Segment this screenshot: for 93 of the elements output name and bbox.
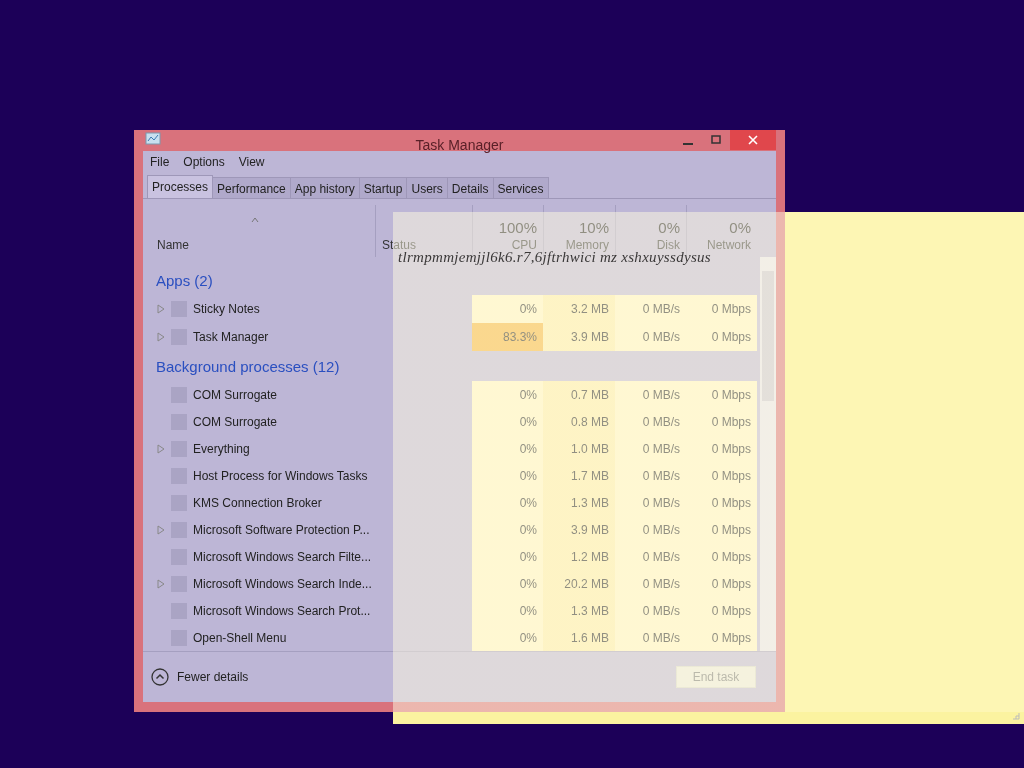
network-cell: 0 Mbps	[686, 597, 757, 624]
expand-arrow-icon[interactable]	[157, 524, 165, 535]
cpu-cell: 0%	[472, 408, 543, 435]
tab[interactable]: App history	[289, 177, 360, 198]
process-name[interactable]: Microsoft Windows Search Filte...	[193, 549, 372, 564]
process-name[interactable]: Microsoft Windows Search Inde...	[193, 576, 372, 591]
disk-cell: 0 MB/s	[615, 516, 686, 543]
tab[interactable]: Startup	[358, 177, 408, 198]
network-cell: 0 Mbps	[686, 323, 757, 351]
memory-cell: 1.3 MB	[543, 489, 615, 516]
network-cell: 0 Mbps	[686, 408, 757, 435]
disk-cell: 0 MB/s	[615, 489, 686, 516]
memory-cell: 0.7 MB	[543, 381, 615, 408]
disk-cell: 0 MB/s	[615, 408, 686, 435]
network-cell: 0 Mbps	[686, 295, 757, 323]
cpu-cell: 0%	[472, 516, 543, 543]
network-cell: 0 Mbps	[686, 489, 757, 516]
column-total: 0%	[658, 219, 680, 236]
process-name[interactable]: KMS Connection Broker	[193, 495, 322, 510]
disk-cell: 0 MB/s	[615, 543, 686, 570]
memory-cell: 1.2 MB	[543, 543, 615, 570]
collapse-icon	[151, 668, 169, 686]
app-icon	[145, 131, 161, 146]
memory-cell: 3.9 MB	[543, 323, 615, 351]
minimize-icon	[683, 143, 693, 145]
tab[interactable]: Details	[446, 177, 494, 198]
process-name[interactable]: Host Process for Windows Tasks	[193, 468, 368, 483]
process-name[interactable]: Microsoft Software Protection P...	[193, 522, 370, 537]
disk-cell: 0 MB/s	[615, 435, 686, 462]
network-cell: 0 Mbps	[686, 570, 757, 597]
column-total: 0%	[729, 219, 751, 236]
disk-cell: 0 MB/s	[615, 381, 686, 408]
disk-cell: 0 MB/s	[615, 624, 686, 651]
column-total: 100%	[498, 219, 537, 236]
maximize-icon	[711, 135, 721, 145]
close-icon	[748, 135, 758, 145]
expand-arrow-icon[interactable]	[157, 578, 165, 589]
cpu-cell: 0%	[472, 295, 543, 323]
disk-cell: 0 MB/s	[615, 323, 686, 351]
expand-arrow-icon[interactable]	[157, 443, 165, 454]
process-name[interactable]: COM Surrogate	[193, 414, 278, 429]
memory-cell: 20.2 MB	[543, 570, 615, 597]
memory-cell: 1.0 MB	[543, 435, 615, 462]
cpu-cell: 0%	[472, 597, 543, 624]
cpu-cell: 0%	[472, 624, 543, 651]
close-button[interactable]	[730, 130, 776, 150]
group-title: Background processes (12)	[155, 356, 341, 377]
memory-cell: 1.3 MB	[543, 597, 615, 624]
expand-arrow-icon[interactable]	[157, 332, 165, 342]
network-cell: 0 Mbps	[686, 624, 757, 651]
memory-cell: 0.8 MB	[543, 408, 615, 435]
memory-cell: 1.7 MB	[543, 462, 615, 489]
cpu-cell: 83.3%	[472, 323, 543, 351]
network-cell: 0 Mbps	[686, 516, 757, 543]
process-name[interactable]: Everything	[193, 441, 250, 456]
cpu-cell: 0%	[472, 381, 543, 408]
network-cell: 0 Mbps	[686, 462, 757, 489]
memory-cell: 1.6 MB	[543, 624, 615, 651]
disk-cell: 0 MB/s	[615, 570, 686, 597]
sort-caret-icon	[251, 217, 259, 223]
memory-cell: 3.2 MB	[543, 295, 615, 323]
process-name[interactable]: Task Manager	[193, 330, 269, 344]
resize-grip-icon[interactable]	[1012, 712, 1020, 720]
tab[interactable]: Users	[406, 177, 448, 198]
fewer-details-link[interactable]: Fewer details	[151, 668, 249, 686]
disk-cell: 0 MB/s	[615, 462, 686, 489]
process-name[interactable]: Sticky Notes	[193, 302, 260, 316]
column-header[interactable]: Name	[157, 238, 189, 252]
expand-arrow-icon[interactable]	[157, 304, 165, 314]
cpu-cell: 0%	[472, 543, 543, 570]
network-cell: 0 Mbps	[686, 543, 757, 570]
tab[interactable]: Services	[492, 177, 549, 198]
tab[interactable]: Performance	[212, 177, 291, 198]
disk-cell: 0 MB/s	[615, 295, 686, 323]
disk-cell: 0 MB/s	[615, 597, 686, 624]
cpu-cell: 0%	[472, 435, 543, 462]
process-name[interactable]: Microsoft Windows Search Prot...	[193, 603, 371, 618]
group-title: Apps (2)	[155, 270, 214, 291]
cpu-cell: 0%	[472, 489, 543, 516]
menu-item[interactable]: Options	[183, 155, 225, 169]
network-cell: 0 Mbps	[686, 381, 757, 408]
menu-item[interactable]: View	[238, 155, 265, 169]
scrollbar[interactable]	[760, 257, 776, 651]
menu-item[interactable]: File	[150, 155, 170, 169]
cpu-cell: 0%	[472, 462, 543, 489]
tab[interactable]: Processes	[147, 175, 214, 198]
process-name[interactable]: COM Surrogate	[193, 387, 278, 402]
window-title: Task Manager	[415, 137, 504, 153]
column-total: 10%	[578, 219, 609, 236]
memory-cell: 3.9 MB	[543, 516, 615, 543]
cpu-cell: 0%	[472, 570, 543, 597]
process-name[interactable]: Open-Shell Menu	[193, 630, 287, 645]
network-cell: 0 Mbps	[686, 435, 757, 462]
